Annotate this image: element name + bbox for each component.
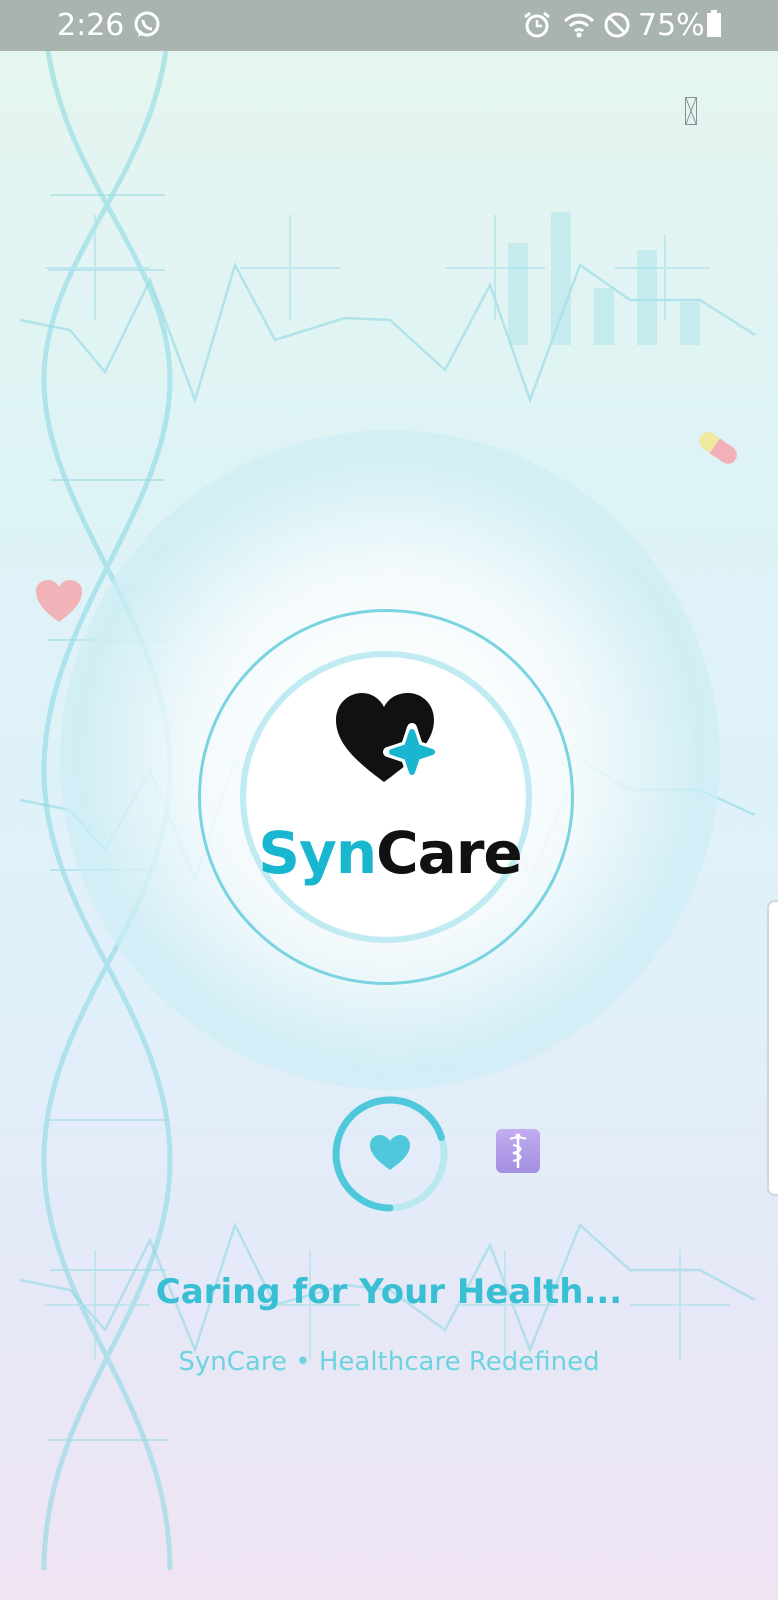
do-not-disturb-icon: [602, 10, 632, 44]
battery-icon: [706, 10, 722, 42]
whatsapp-icon: [132, 10, 162, 44]
pill-icon: [694, 424, 742, 472]
caduceus-icon: [496, 1129, 540, 1173]
wifi-icon: [562, 10, 596, 44]
battery-percent: 75%: [638, 8, 705, 43]
brand-care: Care: [376, 819, 523, 887]
edge-panel-handle[interactable]: [767, 900, 778, 1196]
status-bar: 2:26 75%: [0, 0, 778, 51]
heart-icon: [34, 578, 84, 626]
close-icon[interactable]: [685, 97, 697, 125]
loading-progress-ring: [332, 1096, 448, 1212]
subtitle: SynCare • Healthcare Redefined: [178, 1347, 600, 1377]
logo-heart-plus-icon: [332, 690, 444, 788]
brand-syn: Syn: [258, 819, 377, 887]
status-time: 2:26: [57, 8, 125, 43]
tagline: Caring for Your Health...: [155, 1272, 623, 1312]
brand-name: SynCare: [240, 818, 540, 888]
progress-heart-icon: [370, 1135, 410, 1170]
alarm-icon: [522, 10, 552, 44]
